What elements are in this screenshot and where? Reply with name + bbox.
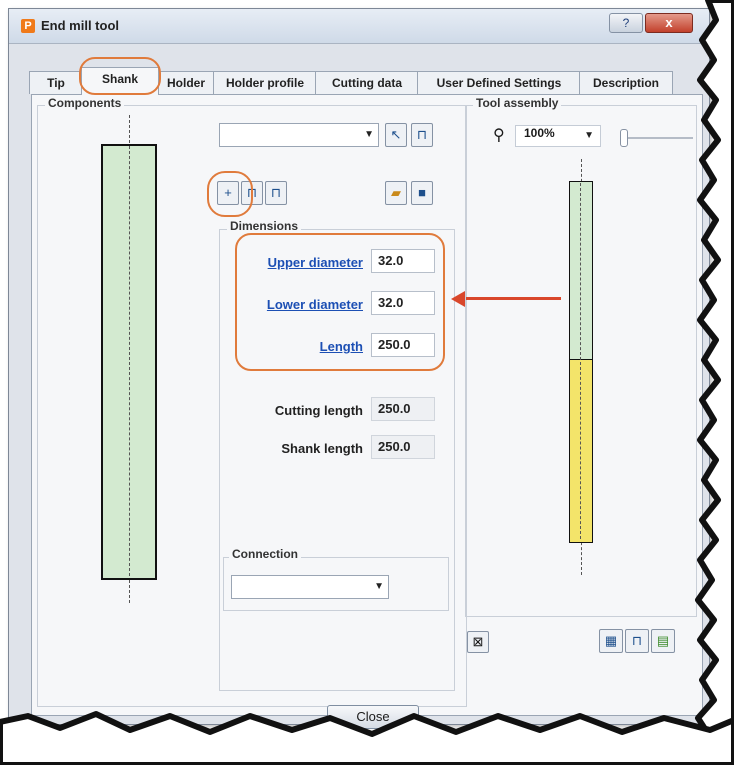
zoom-slider-thumb[interactable] [620, 129, 628, 147]
tab-holder-profile[interactable]: Holder profile [213, 71, 317, 94]
dimensions-highlight [235, 233, 445, 371]
tool-assembly-label: Tool assembly [473, 96, 562, 110]
holder-view-icon[interactable]: ▤ [651, 629, 675, 653]
zoom-slider-track[interactable] [623, 137, 693, 139]
title-bar: P End mill tool ? x [9, 9, 709, 44]
save-icon[interactable]: ■ [411, 181, 433, 205]
select-pointer-icon[interactable]: ↖ [385, 123, 407, 147]
shank-length-field: 250.0 [371, 435, 435, 459]
components-label: Components [45, 96, 125, 110]
shank-tab-highlight [79, 57, 161, 95]
shank-preview-centerline [129, 146, 130, 576]
shank-view-icon[interactable]: ⊓ [625, 629, 649, 653]
chevron-down-icon: ▼ [374, 581, 384, 592]
assembly-view-icon[interactable]: ▦ [599, 629, 623, 653]
assembly-holder [569, 359, 593, 543]
help-button[interactable]: ? [609, 13, 643, 33]
add-shank-highlight [207, 171, 253, 217]
connection-label: Connection [229, 547, 301, 561]
cutting-length-label: Cutting length [274, 403, 363, 418]
tab-tip[interactable]: Tip [29, 71, 83, 94]
shank-length-label: Shank length [281, 441, 363, 456]
assembly-inner-centerline [580, 183, 581, 539]
cutting-length-field: 250.0 [371, 397, 435, 421]
zoom-select[interactable]: 100% ▼ [515, 125, 601, 147]
select-shank-icon[interactable]: ⊓ [411, 123, 433, 147]
open-folder-icon[interactable]: ▰ [385, 181, 407, 205]
window-close-button[interactable]: x [645, 13, 693, 33]
tab-cutting-data[interactable]: Cutting data [315, 71, 419, 94]
tab-user-defined-settings[interactable]: User Defined Settings [417, 71, 581, 94]
zoom-value: 100% [524, 126, 555, 140]
shank-align-icon[interactable]: ⊓ [265, 181, 287, 205]
window-title: End mill tool [41, 18, 119, 33]
component-select[interactable]: ▼ [219, 123, 379, 147]
dimensions-label: Dimensions [227, 219, 302, 233]
tab-holder[interactable]: Holder [157, 71, 215, 94]
assembly-shank [569, 181, 593, 361]
chevron-down-icon: ▼ [364, 129, 374, 140]
end-mill-tool-dialog: P End mill tool ? x Tip Shank Holder Hol… [8, 8, 710, 729]
fit-view-icon[interactable]: ⊠ [467, 631, 489, 653]
tab-description[interactable]: Description [579, 71, 673, 94]
chevron-down-icon: ▼ [584, 130, 594, 141]
app-logo-icon: P [21, 19, 35, 33]
close-button[interactable]: Close [327, 705, 419, 729]
connection-select[interactable]: ▼ [231, 575, 389, 599]
annotation-arrow-head [451, 291, 465, 307]
zoom-icon: ⚲ [493, 127, 505, 144]
